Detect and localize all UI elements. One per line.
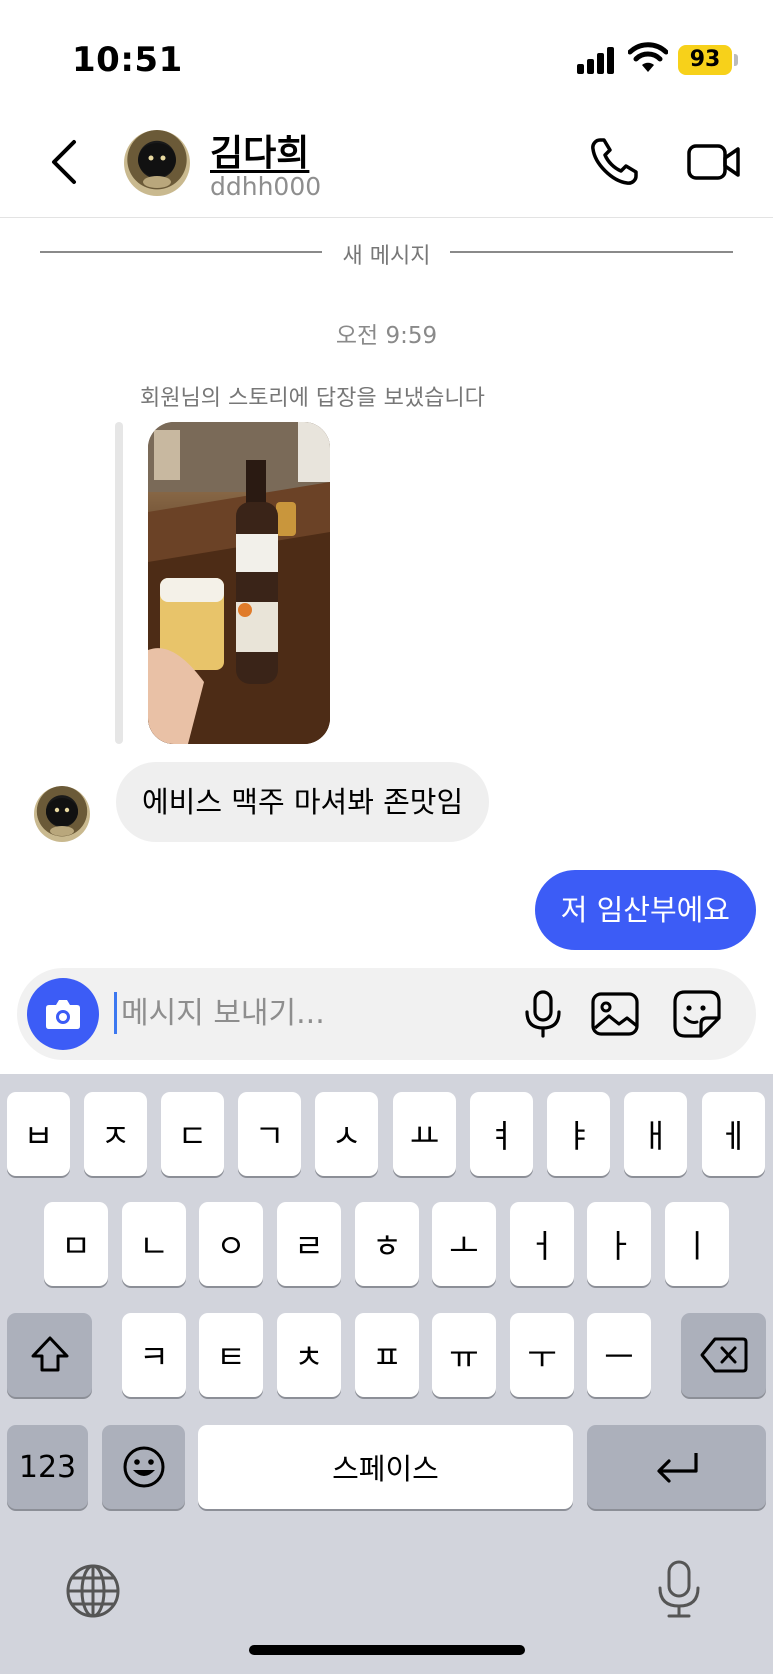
battery-indicator: 93 <box>678 45 732 75</box>
camera-button[interactable] <box>27 978 99 1050</box>
key[interactable]: ㅡ <box>587 1313 651 1397</box>
camera-icon <box>46 1000 80 1029</box>
microphone-icon[interactable] <box>652 1558 706 1622</box>
contact-username: ddhh000 <box>210 172 322 201</box>
key[interactable]: ㅍ <box>355 1313 419 1397</box>
key[interactable]: ㅛ <box>393 1092 456 1176</box>
shift-icon <box>31 1336 68 1372</box>
key[interactable]: ㅠ <box>432 1313 496 1397</box>
key[interactable]: ㅗ <box>432 1202 496 1286</box>
backspace-icon <box>700 1337 747 1373</box>
key[interactable]: ㅏ <box>587 1202 651 1286</box>
key[interactable]: ㅂ <box>7 1092 70 1176</box>
divider-line-right <box>450 251 733 253</box>
key[interactable]: ㅈ <box>84 1092 147 1176</box>
contact-name[interactable]: 김다희 <box>210 124 309 176</box>
emoji-key[interactable] <box>102 1425 185 1509</box>
numbers-key[interactable]: 123 <box>7 1425 88 1509</box>
phone-icon[interactable] <box>586 134 642 190</box>
key[interactable]: ㅔ <box>702 1092 765 1176</box>
key[interactable]: ㅅ <box>315 1092 378 1176</box>
cellular-signal-icon <box>577 46 617 74</box>
battery-tip <box>734 54 738 66</box>
microphone-icon[interactable] <box>517 988 569 1040</box>
message-timestamp: 오전 9:59 <box>335 323 438 349</box>
video-camera-icon[interactable] <box>686 134 742 190</box>
key[interactable]: ㅎ <box>355 1202 419 1286</box>
key[interactable]: ㅜ <box>510 1313 574 1397</box>
wifi-icon <box>628 42 668 72</box>
backspace-key[interactable] <box>681 1313 766 1397</box>
status-bar: 10:51 93 <box>0 0 773 110</box>
emoji-icon <box>123 1446 164 1488</box>
story-reply-caption: 회원님의 스토리에 답장을 보냈습니다 <box>140 386 485 411</box>
message-input[interactable] <box>121 986 501 1040</box>
chat-header: 김다희 ddhh000 <box>0 110 773 218</box>
image-icon[interactable] <box>589 988 641 1040</box>
key[interactable]: ㅣ <box>665 1202 729 1286</box>
keyboard: ㅂ ㅈ ㄷ ㄱ ㅅ ㅛ ㅕ ㅑ ㅐ ㅔ ㅁ ㄴ ㅇ ㄹ ㅎ ㅗ ㅓ ㅏ ㅣ ㅋ … <box>0 1074 773 1674</box>
return-icon <box>656 1453 698 1483</box>
avatar[interactable] <box>124 130 190 196</box>
key[interactable]: ㅓ <box>510 1202 574 1286</box>
text-caret <box>114 992 117 1034</box>
key[interactable]: ㅕ <box>470 1092 533 1176</box>
avatar[interactable] <box>34 786 90 842</box>
space-key[interactable]: 스페이스 <box>198 1425 573 1509</box>
return-key[interactable] <box>587 1425 766 1509</box>
key[interactable]: ㄴ <box>122 1202 186 1286</box>
key[interactable]: ㄹ <box>277 1202 341 1286</box>
key[interactable]: ㄷ <box>161 1092 224 1176</box>
globe-icon[interactable] <box>64 1562 122 1620</box>
key[interactable]: ㅇ <box>199 1202 263 1286</box>
shift-key[interactable] <box>7 1313 92 1397</box>
home-indicator <box>249 1645 525 1655</box>
key[interactable]: ㅑ <box>547 1092 610 1176</box>
key[interactable]: ㅐ <box>624 1092 687 1176</box>
new-messages-label: 새 메시지 <box>342 244 431 269</box>
story-reply-bar <box>115 422 123 744</box>
status-time: 10:51 <box>72 40 183 80</box>
key[interactable]: ㅁ <box>44 1202 108 1286</box>
outgoing-message[interactable]: 저 임산부에요 <box>534 870 756 950</box>
message-composer <box>17 968 756 1060</box>
key[interactable]: ㄱ <box>238 1092 301 1176</box>
incoming-message[interactable]: 에비스 맥주 마셔봐 존맛임 <box>116 762 490 842</box>
new-messages-divider: 새 메시지 <box>40 236 733 269</box>
key[interactable]: ㅊ <box>277 1313 341 1397</box>
chevron-left-icon[interactable] <box>44 132 88 192</box>
story-image[interactable] <box>148 422 330 744</box>
key[interactable]: ㅌ <box>199 1313 263 1397</box>
sticker-icon[interactable] <box>671 988 723 1040</box>
key[interactable]: ㅋ <box>122 1313 186 1397</box>
